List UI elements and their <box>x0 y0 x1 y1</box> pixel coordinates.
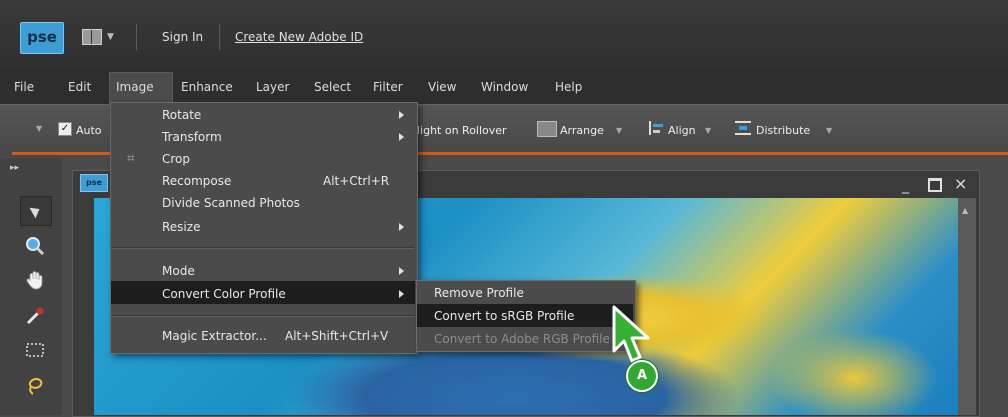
move-tool-icon[interactable] <box>20 196 52 226</box>
submenu-arrow-icon <box>399 133 404 141</box>
hand-tool-icon[interactable] <box>20 266 50 294</box>
menu-filter[interactable]: Filter <box>373 80 403 94</box>
scroll-up-icon[interactable]: ▲ <box>962 206 968 215</box>
submenu-item-remove-profile[interactable]: Remove Profile <box>434 286 524 300</box>
zoom-tool-icon[interactable] <box>20 232 50 260</box>
menu-window[interactable]: Window <box>481 80 528 94</box>
menu-layer[interactable]: Layer <box>256 80 289 94</box>
submenu-item-convert-srgb[interactable]: Convert to sRGB Profile <box>434 309 574 323</box>
submenu-arrow-icon <box>399 223 404 231</box>
highlight-on-rollover-label: hlight on Rollover <box>410 124 507 137</box>
arrange-button[interactable]: Arrange <box>560 124 604 137</box>
chevron-down-icon[interactable]: ▼ <box>107 32 114 42</box>
shortcut-magic-extractor: Alt+Shift+Ctrl+V <box>285 329 389 343</box>
submenu-arrow-icon <box>399 290 404 298</box>
menu-file[interactable]: File <box>14 80 34 94</box>
expand-panel-icon[interactable]: ▸▸ <box>10 163 19 173</box>
menu-separator <box>112 247 414 249</box>
align-button[interactable]: Align <box>668 124 696 137</box>
chevron-down-icon[interactable]: ▼ <box>616 126 622 135</box>
menu-separator <box>112 315 414 317</box>
vertical-scrollbar[interactable] <box>958 198 976 415</box>
pse-logo: pse <box>20 22 64 54</box>
distribute-button[interactable]: Distribute <box>756 124 810 137</box>
maximize-icon[interactable] <box>928 178 942 192</box>
menu-item-rotate[interactable]: Rotate <box>162 108 201 122</box>
auto-label: Auto <box>76 124 102 137</box>
divider <box>219 24 220 50</box>
shortcut-recompose: Alt+Ctrl+R <box>323 174 390 188</box>
align-icon[interactable] <box>649 121 665 135</box>
divider <box>136 24 137 50</box>
chevron-down-icon[interactable]: ▼ <box>36 124 42 133</box>
title-bar <box>0 0 1008 70</box>
arrange-icon[interactable] <box>537 121 557 137</box>
marquee-tool-icon[interactable] <box>20 336 50 364</box>
menu-item-resize[interactable]: Resize <box>162 220 200 234</box>
menu-edit[interactable]: Edit <box>68 80 91 94</box>
menu-item-mode[interactable]: Mode <box>162 264 195 278</box>
chevron-down-icon[interactable]: ▼ <box>826 126 832 135</box>
menu-select[interactable]: Select <box>314 80 351 94</box>
menu-item-magic-extractor[interactable]: Magic Extractor... <box>162 329 267 343</box>
minimize-icon[interactable]: _ <box>902 178 909 194</box>
menu-image[interactable]: Image <box>116 80 154 94</box>
submenu-arrow-icon <box>399 267 404 275</box>
create-adobe-id-link[interactable]: Create New Adobe ID <box>235 30 363 44</box>
layout-icon[interactable] <box>82 29 102 45</box>
chevron-down-icon[interactable]: ▼ <box>705 126 711 135</box>
distribute-icon[interactable] <box>735 121 751 135</box>
menu-item-recompose[interactable]: Recompose <box>162 174 231 188</box>
submenu-arrow-icon <box>399 111 404 119</box>
menu-item-crop[interactable]: Crop <box>162 152 190 166</box>
menu-view[interactable]: View <box>428 80 456 94</box>
menu-item-convert-color-profile[interactable]: Convert Color Profile <box>162 287 286 301</box>
eyedropper-tool-icon[interactable] <box>20 302 50 330</box>
crop-icon: ⌗ <box>127 151 135 166</box>
auto-checkbox[interactable]: ✓ <box>58 122 72 136</box>
close-icon[interactable]: × <box>954 174 967 193</box>
document-tab[interactable]: pse <box>80 174 108 192</box>
sign-in-link[interactable]: Sign In <box>162 30 203 44</box>
menu-item-transform[interactable]: Transform <box>162 130 222 144</box>
submenu-item-convert-adobe-rgb: Convert to Adobe RGB Profile <box>434 332 610 346</box>
menu-item-divide-scanned-photos[interactable]: Divide Scanned Photos <box>162 196 300 210</box>
lasso-tool-icon[interactable] <box>20 372 50 400</box>
menu-help[interactable]: Help <box>555 80 582 94</box>
menu-enhance[interactable]: Enhance <box>181 80 233 94</box>
callout-badge: A <box>626 360 658 392</box>
